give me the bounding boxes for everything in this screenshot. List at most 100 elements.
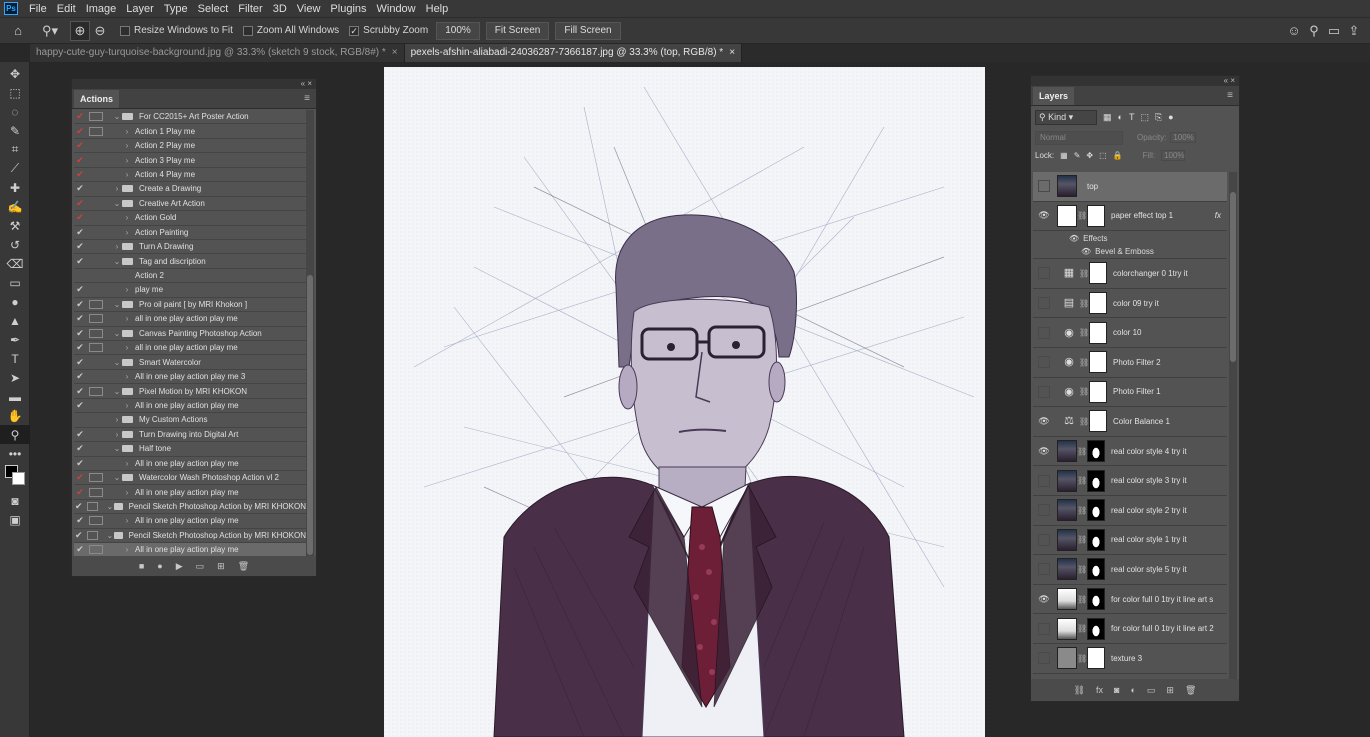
chevron-down-icon[interactable]: ⌄ (112, 387, 122, 396)
action-row[interactable]: ✔ › all in one play action play me (74, 341, 306, 356)
visibility-toggle[interactable] (1038, 326, 1050, 339)
brush-tool-icon[interactable]: ✍ (0, 197, 30, 216)
delete-icon[interactable]: 🗑 (238, 561, 249, 572)
eye-icon[interactable]: 👁 (1069, 234, 1079, 243)
layer-row[interactable]: top (1033, 172, 1227, 202)
chevron-right-icon[interactable]: › (122, 516, 132, 525)
toggle-item-check-icon[interactable]: ✔ (74, 299, 86, 310)
healing-brush-icon[interactable]: ✚ (0, 178, 30, 197)
toggle-item-check-icon[interactable]: ✔ (74, 313, 86, 324)
move-tool-icon[interactable]: ✥ (0, 64, 30, 83)
toggle-item-check-icon[interactable]: ✔ (74, 386, 86, 397)
menu-window[interactable]: Window (372, 3, 421, 15)
stamp-tool-icon[interactable]: ⚒ (0, 216, 30, 235)
toggle-dialog-icon[interactable] (89, 271, 103, 280)
toggle-item-check-icon[interactable]: ✔ (74, 169, 86, 180)
add-mask-icon[interactable]: ◙ (1114, 685, 1119, 695)
toggle-item-check-icon[interactable]: ✔ (74, 111, 86, 122)
toggle-item-check-icon[interactable]: ✔ (74, 501, 84, 512)
layer-row[interactable]: 👁 ⛓ real color style 4 try it (1033, 437, 1227, 467)
lasso-tool-icon[interactable]: ◌ (0, 102, 30, 121)
tab-layers[interactable]: Layers (1033, 87, 1075, 105)
collapse-icon[interactable]: « (1224, 76, 1228, 85)
fill-screen-button[interactable]: Fill Screen (555, 21, 621, 40)
fx-icon[interactable]: fx (1215, 211, 1221, 220)
toggle-item-check-icon[interactable]: ✔ (74, 515, 86, 526)
chevron-right-icon[interactable]: › (112, 430, 122, 439)
close-icon[interactable]: × (1230, 76, 1235, 85)
toggle-item-check-icon[interactable]: ✔ (74, 256, 86, 267)
toggle-item-check-icon[interactable]: ✔ (74, 140, 86, 151)
toggle-item-check-icon[interactable]: ✔ (74, 357, 86, 368)
toggle-dialog-icon[interactable] (89, 487, 103, 497)
action-row[interactable]: ✔ › All in one play action play me (74, 485, 306, 500)
layer-row[interactable]: ◉ ⛓ color 10 (1033, 318, 1227, 348)
scrollbar-thumb[interactable] (1230, 192, 1236, 362)
lock-position-icon[interactable]: ✥ (1086, 151, 1093, 160)
toggle-dialog-icon[interactable] (89, 242, 103, 251)
chevron-right-icon[interactable]: › (122, 372, 132, 381)
action-row[interactable]: ✔ › All in one play action play me (74, 514, 306, 529)
layer-mask-thumbnail[interactable] (1087, 440, 1105, 463)
toggle-item-check-icon[interactable]: ✔ (74, 328, 86, 339)
eye-icon[interactable]: 👁 (1033, 416, 1055, 427)
visibility-toggle[interactable] (1038, 267, 1050, 280)
eyedropper-tool-icon[interactable]: ⟋ (0, 159, 30, 178)
toggle-item-check-icon[interactable]: ✔ (74, 183, 86, 194)
delete-layer-icon[interactable]: 🗑 (1185, 685, 1196, 696)
adjustment-layer-icon[interactable]: ◐ (1130, 685, 1135, 695)
chevron-down-icon[interactable]: ⌄ (106, 502, 114, 511)
chevron-right-icon[interactable]: › (122, 401, 132, 410)
menu-edit[interactable]: Edit (52, 3, 81, 15)
toggle-dialog-icon[interactable] (89, 415, 103, 424)
tab-document-1[interactable]: happy-cute-guy-turquoise-background.jpg … (30, 44, 405, 62)
action-set-row[interactable]: ✔ › Turn A Drawing (74, 240, 306, 255)
layer-mask-thumbnail[interactable] (1089, 262, 1107, 285)
smart-object-filter-icon[interactable]: ⎘ (1155, 112, 1162, 123)
link-layers-icon[interactable]: ⛓ (1074, 685, 1085, 696)
shape-tool-icon[interactable]: ▬ (0, 387, 30, 406)
toggle-dialog-icon[interactable] (89, 156, 103, 165)
visibility-toggle[interactable] (1038, 385, 1050, 398)
lock-image-icon[interactable]: ✎ (1074, 151, 1081, 160)
path-select-icon[interactable]: ➤ (0, 368, 30, 387)
layer-row[interactable]: 👁 ⚖ ⛓ Color Balance 1 (1033, 407, 1227, 437)
layer-row[interactable]: ⛓ real color style 2 try it (1033, 496, 1227, 526)
visibility-toggle[interactable] (1038, 474, 1050, 487)
menu-help[interactable]: Help (421, 3, 454, 15)
pen-tool-icon[interactable]: ✒ (0, 330, 30, 349)
layer-mask-thumbnail[interactable] (1089, 321, 1107, 344)
action-set-row[interactable]: ✔ › Turn Drawing into Digital Art (74, 428, 306, 443)
toggle-dialog-icon[interactable] (89, 184, 103, 193)
fit-screen-button[interactable]: Fit Screen (485, 21, 550, 40)
toggle-dialog-icon[interactable] (89, 401, 103, 410)
layer-mask-thumbnail[interactable] (1087, 617, 1105, 640)
scrubby-zoom-checkbox[interactable]: ✓ Scrubby Zoom (349, 25, 428, 36)
close-icon[interactable]: × (729, 47, 735, 58)
play-icon[interactable]: ▶ (176, 561, 183, 572)
toggle-item-check-icon[interactable]: ✔ (74, 241, 86, 252)
menu-layer[interactable]: Layer (121, 3, 159, 15)
chevron-right-icon[interactable]: › (122, 156, 132, 165)
menu-filter[interactable]: Filter (233, 3, 267, 15)
lock-all-icon[interactable]: 🔒 (1113, 151, 1123, 160)
search-icon[interactable]: ⚲ (1304, 21, 1324, 41)
action-row[interactable]: ✔ › All in one play action play me 3 (74, 370, 306, 385)
shape-filter-icon[interactable]: ⬚ (1140, 112, 1149, 123)
menu-image[interactable]: Image (81, 3, 122, 15)
layer-mask-thumbnail[interactable] (1087, 528, 1105, 551)
chevron-right-icon[interactable]: › (112, 242, 122, 251)
toggle-dialog-icon[interactable] (89, 213, 103, 222)
toggle-dialog-icon[interactable] (89, 257, 103, 266)
chevron-right-icon[interactable]: › (122, 314, 132, 323)
chevron-down-icon[interactable]: ⌄ (112, 257, 122, 266)
toggle-dialog-icon[interactable] (89, 112, 103, 122)
eye-icon[interactable]: 👁 (1033, 594, 1055, 605)
chevron-down-icon[interactable]: ⌄ (112, 199, 122, 208)
menu-plugins[interactable]: Plugins (325, 3, 371, 15)
adjustment-filter-icon[interactable]: ◐ (1118, 112, 1123, 122)
new-layer-icon[interactable]: ⊞ (1166, 685, 1174, 696)
action-set-row[interactable]: ✔ ⌄ Canvas Painting Photoshop Action (74, 327, 306, 341)
bevel-emboss-row[interactable]: 👁 Bevel & Emboss (1033, 245, 1227, 260)
toggle-dialog-icon[interactable] (89, 328, 103, 338)
